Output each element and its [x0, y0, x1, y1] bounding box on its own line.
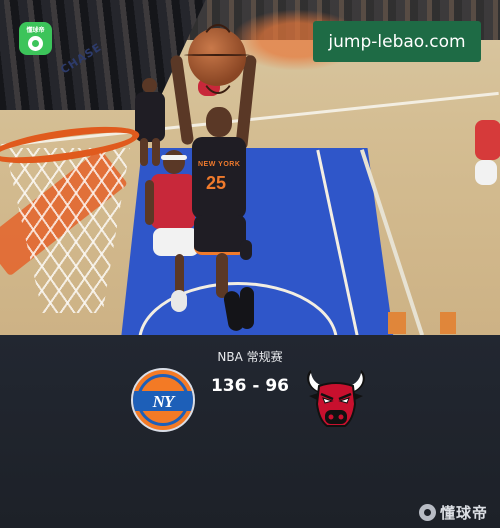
lane-mark	[388, 312, 406, 334]
app-badge-text: 懂球帝	[26, 26, 45, 34]
player-knicks-dunker: NEW YORK 25	[168, 54, 263, 335]
knicks-logo-icon[interactable]: NY	[131, 368, 195, 432]
soccer-ball-icon	[28, 35, 43, 51]
basketball-net	[5, 148, 130, 313]
basketball	[184, 24, 250, 94]
league-label: NBA 常规赛	[217, 350, 283, 364]
lane-mark	[440, 312, 456, 334]
watermark-url-box: jump-lebao.com	[313, 21, 481, 62]
brand-text: 懂球帝	[439, 504, 488, 522]
app-badge-logo: 懂球帝	[19, 22, 52, 55]
soccer-ball-icon	[418, 504, 436, 521]
jersey-team-text: NEW YORK	[198, 161, 241, 168]
knicks-logo-text: NY	[152, 392, 175, 411]
bulls-logo-icon[interactable]	[303, 370, 369, 432]
final-score: 136 - 96	[210, 376, 290, 396]
player-background-bulls	[467, 110, 500, 190]
jersey-number: 25	[206, 173, 227, 193]
watermark-url: jump-lebao.com	[328, 31, 466, 52]
brand-watermark: 懂球帝	[418, 502, 488, 523]
